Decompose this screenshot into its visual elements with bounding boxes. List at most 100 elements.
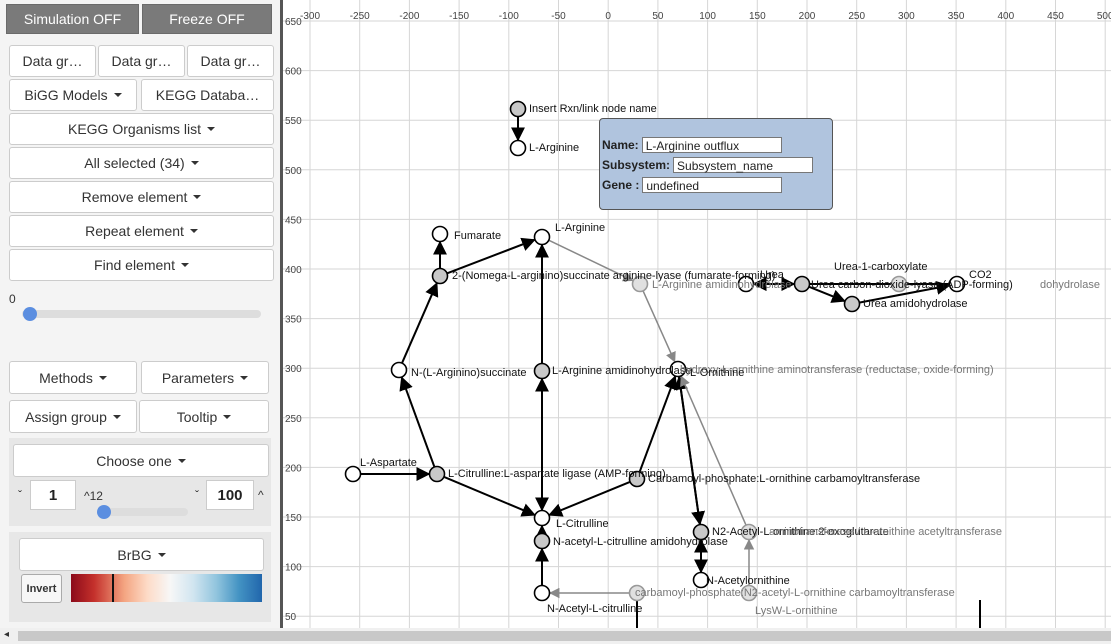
node-label: N-Acetylornithine <box>706 575 790 587</box>
bigg-models-dropdown[interactable]: BiGG Models <box>9 79 137 111</box>
caret-down-icon <box>193 195 202 199</box>
metabolite-node[interactable] <box>533 228 551 246</box>
y-tick-label: 250 <box>285 414 302 425</box>
reaction-edge[interactable] <box>673 375 701 525</box>
pathway-graph[interactable]: -300 -250 -200 -150 -100 -50 0 50 100 150 200 250 30… <box>280 0 1111 628</box>
min-value-input[interactable]: 1 <box>30 480 76 510</box>
reaction-node[interactable] <box>509 100 527 118</box>
freeze-label: Freeze OFF <box>169 11 245 27</box>
node-label: L-Arginine <box>529 142 579 154</box>
caret-down-icon <box>113 93 122 97</box>
node-label: Urea-1-carboxylate <box>834 261 928 273</box>
gene-label: Gene : <box>602 178 640 192</box>
node-label: carbamoyl-phosphate:N2-acetyl-L-ornithin… <box>635 587 955 599</box>
metabolite-node[interactable] <box>344 465 362 483</box>
metabolite-node[interactable] <box>533 509 551 527</box>
parameters-dropdown[interactable]: Parameters <box>141 361 269 394</box>
name-field[interactable]: L-Arginine outflux <box>641 137 782 153</box>
x-tick-label: 200 <box>799 11 816 22</box>
simulation-toggle-button[interactable]: Simulation OFF <box>6 4 139 34</box>
y-tick-label: 600 <box>285 67 302 78</box>
subsystem-field[interactable]: Subsystem_name <box>673 157 814 173</box>
invert-button[interactable]: Invert <box>21 574 62 603</box>
horizontal-scrollbar[interactable]: ◂ <box>0 628 1111 644</box>
max-value-input[interactable]: 100 <box>206 480 254 510</box>
reaction-edge[interactable] <box>443 476 536 517</box>
metabolite-node[interactable] <box>533 584 551 602</box>
scrollbar-thumb[interactable] <box>18 631 1111 641</box>
data-group-button-2[interactable]: Data gr… <box>98 45 185 77</box>
color-gradient-bar[interactable] <box>71 574 262 602</box>
caret-down-icon <box>189 229 198 233</box>
node-label: LysW-L-ornithine <box>755 605 838 617</box>
reaction-edge[interactable] <box>548 481 630 517</box>
all-selected-dropdown[interactable]: All selected (34) <box>9 147 274 179</box>
parameters-label: Parameters <box>161 369 235 386</box>
palette-label: BrBG <box>117 546 152 563</box>
node-label: dohydrolase <box>1040 279 1100 291</box>
subsystem-label: Subsystem: <box>602 158 671 172</box>
y-tick-label: 300 <box>285 364 302 375</box>
freeze-toggle-button[interactable]: Freeze OFF <box>142 4 272 34</box>
assign-group-dropdown[interactable]: Assign group <box>9 400 137 433</box>
data-group-button-1[interactable]: Data gr… <box>9 45 96 77</box>
reaction-node[interactable] <box>793 275 811 293</box>
reaction-edge[interactable] <box>401 282 439 364</box>
canvas-left-border <box>280 0 283 628</box>
reaction-node[interactable] <box>533 532 551 550</box>
repeat-label: Repeat element <box>85 223 184 239</box>
reaction-edge[interactable] <box>642 290 676 363</box>
assign-group-label: Assign group <box>25 408 107 425</box>
reaction-node[interactable] <box>428 465 446 483</box>
reaction-edge[interactable] <box>447 237 536 275</box>
find-element-dropdown[interactable]: Find element <box>9 249 274 281</box>
gradient-marker[interactable] <box>112 574 114 602</box>
chevron-up-icon[interactable]: ^ <box>258 488 264 502</box>
reaction-edge[interactable] <box>399 376 436 467</box>
node-label: L-Citrulline:L-aspartate ligase (AMP-for… <box>448 468 666 480</box>
reaction-info-popup[interactable]: Name: L-Arginine outflux Subsystem: Subs… <box>599 118 833 210</box>
repeat-element-dropdown[interactable]: Repeat element <box>9 215 274 247</box>
value-slider-thumb[interactable] <box>23 307 37 321</box>
value-slider-track[interactable] <box>22 310 261 318</box>
data-group-button-3[interactable]: Data gr… <box>187 45 274 77</box>
network-canvas[interactable]: -300 -250 -200 -150 -100 -50 0 50 100 150 200 250 30… <box>280 0 1111 628</box>
reaction-node[interactable] <box>533 362 551 380</box>
x-tick-label: 500 <box>1097 11 1111 22</box>
data-group-label: Data gr… <box>200 53 261 69</box>
choose-one-dropdown[interactable]: Choose one <box>13 444 269 477</box>
metabolite-node[interactable] <box>509 139 527 157</box>
remove-element-dropdown[interactable]: Remove element <box>9 181 274 213</box>
gene-field[interactable]: undefined <box>642 177 783 193</box>
x-tick-label: 0 <box>605 11 611 22</box>
node-label: L-Arginine <box>555 222 605 234</box>
data-group-label: Data gr… <box>22 53 83 69</box>
caret-down-icon <box>207 127 216 131</box>
node-label: Insert Rxn/link node name <box>529 103 657 115</box>
x-tick-label: 300 <box>898 11 915 22</box>
popup-subsystem-row: Subsystem: Subsystem_name <box>602 157 814 173</box>
palette-dropdown[interactable]: BrBG <box>19 538 264 571</box>
kegg-database-dropdown[interactable]: KEGG Databa… <box>141 79 274 111</box>
reaction-edge[interactable] <box>680 375 747 525</box>
y-tick-label: 200 <box>285 463 302 474</box>
methods-dropdown[interactable]: Methods <box>9 361 137 394</box>
tooltip-dropdown[interactable]: Tooltip <box>139 400 269 433</box>
reaction-node[interactable] <box>431 267 449 285</box>
scroll-left-icon[interactable]: ◂ <box>4 629 9 640</box>
metabolite-node[interactable] <box>390 361 408 379</box>
range-slider-track[interactable] <box>100 508 188 516</box>
reaction-node[interactable] <box>843 295 861 313</box>
range-slider-thumb[interactable] <box>97 505 111 519</box>
x-tick-label: -200 <box>399 11 419 22</box>
x-tick-label: 100 <box>699 11 716 22</box>
chevron-down-icon[interactable]: ˇ <box>18 488 22 502</box>
x-tick-label: 350 <box>948 11 965 22</box>
metabolite-node[interactable] <box>431 225 449 243</box>
kegg-organisms-dropdown[interactable]: KEGG Organisms list <box>9 113 274 145</box>
chevron-down-icon[interactable]: ˇ <box>195 488 199 502</box>
node-label: Fumarate <box>454 230 501 242</box>
x-tick-label: -150 <box>449 11 469 22</box>
node-label: Urea <box>760 269 785 281</box>
caret-down-icon <box>240 375 249 380</box>
